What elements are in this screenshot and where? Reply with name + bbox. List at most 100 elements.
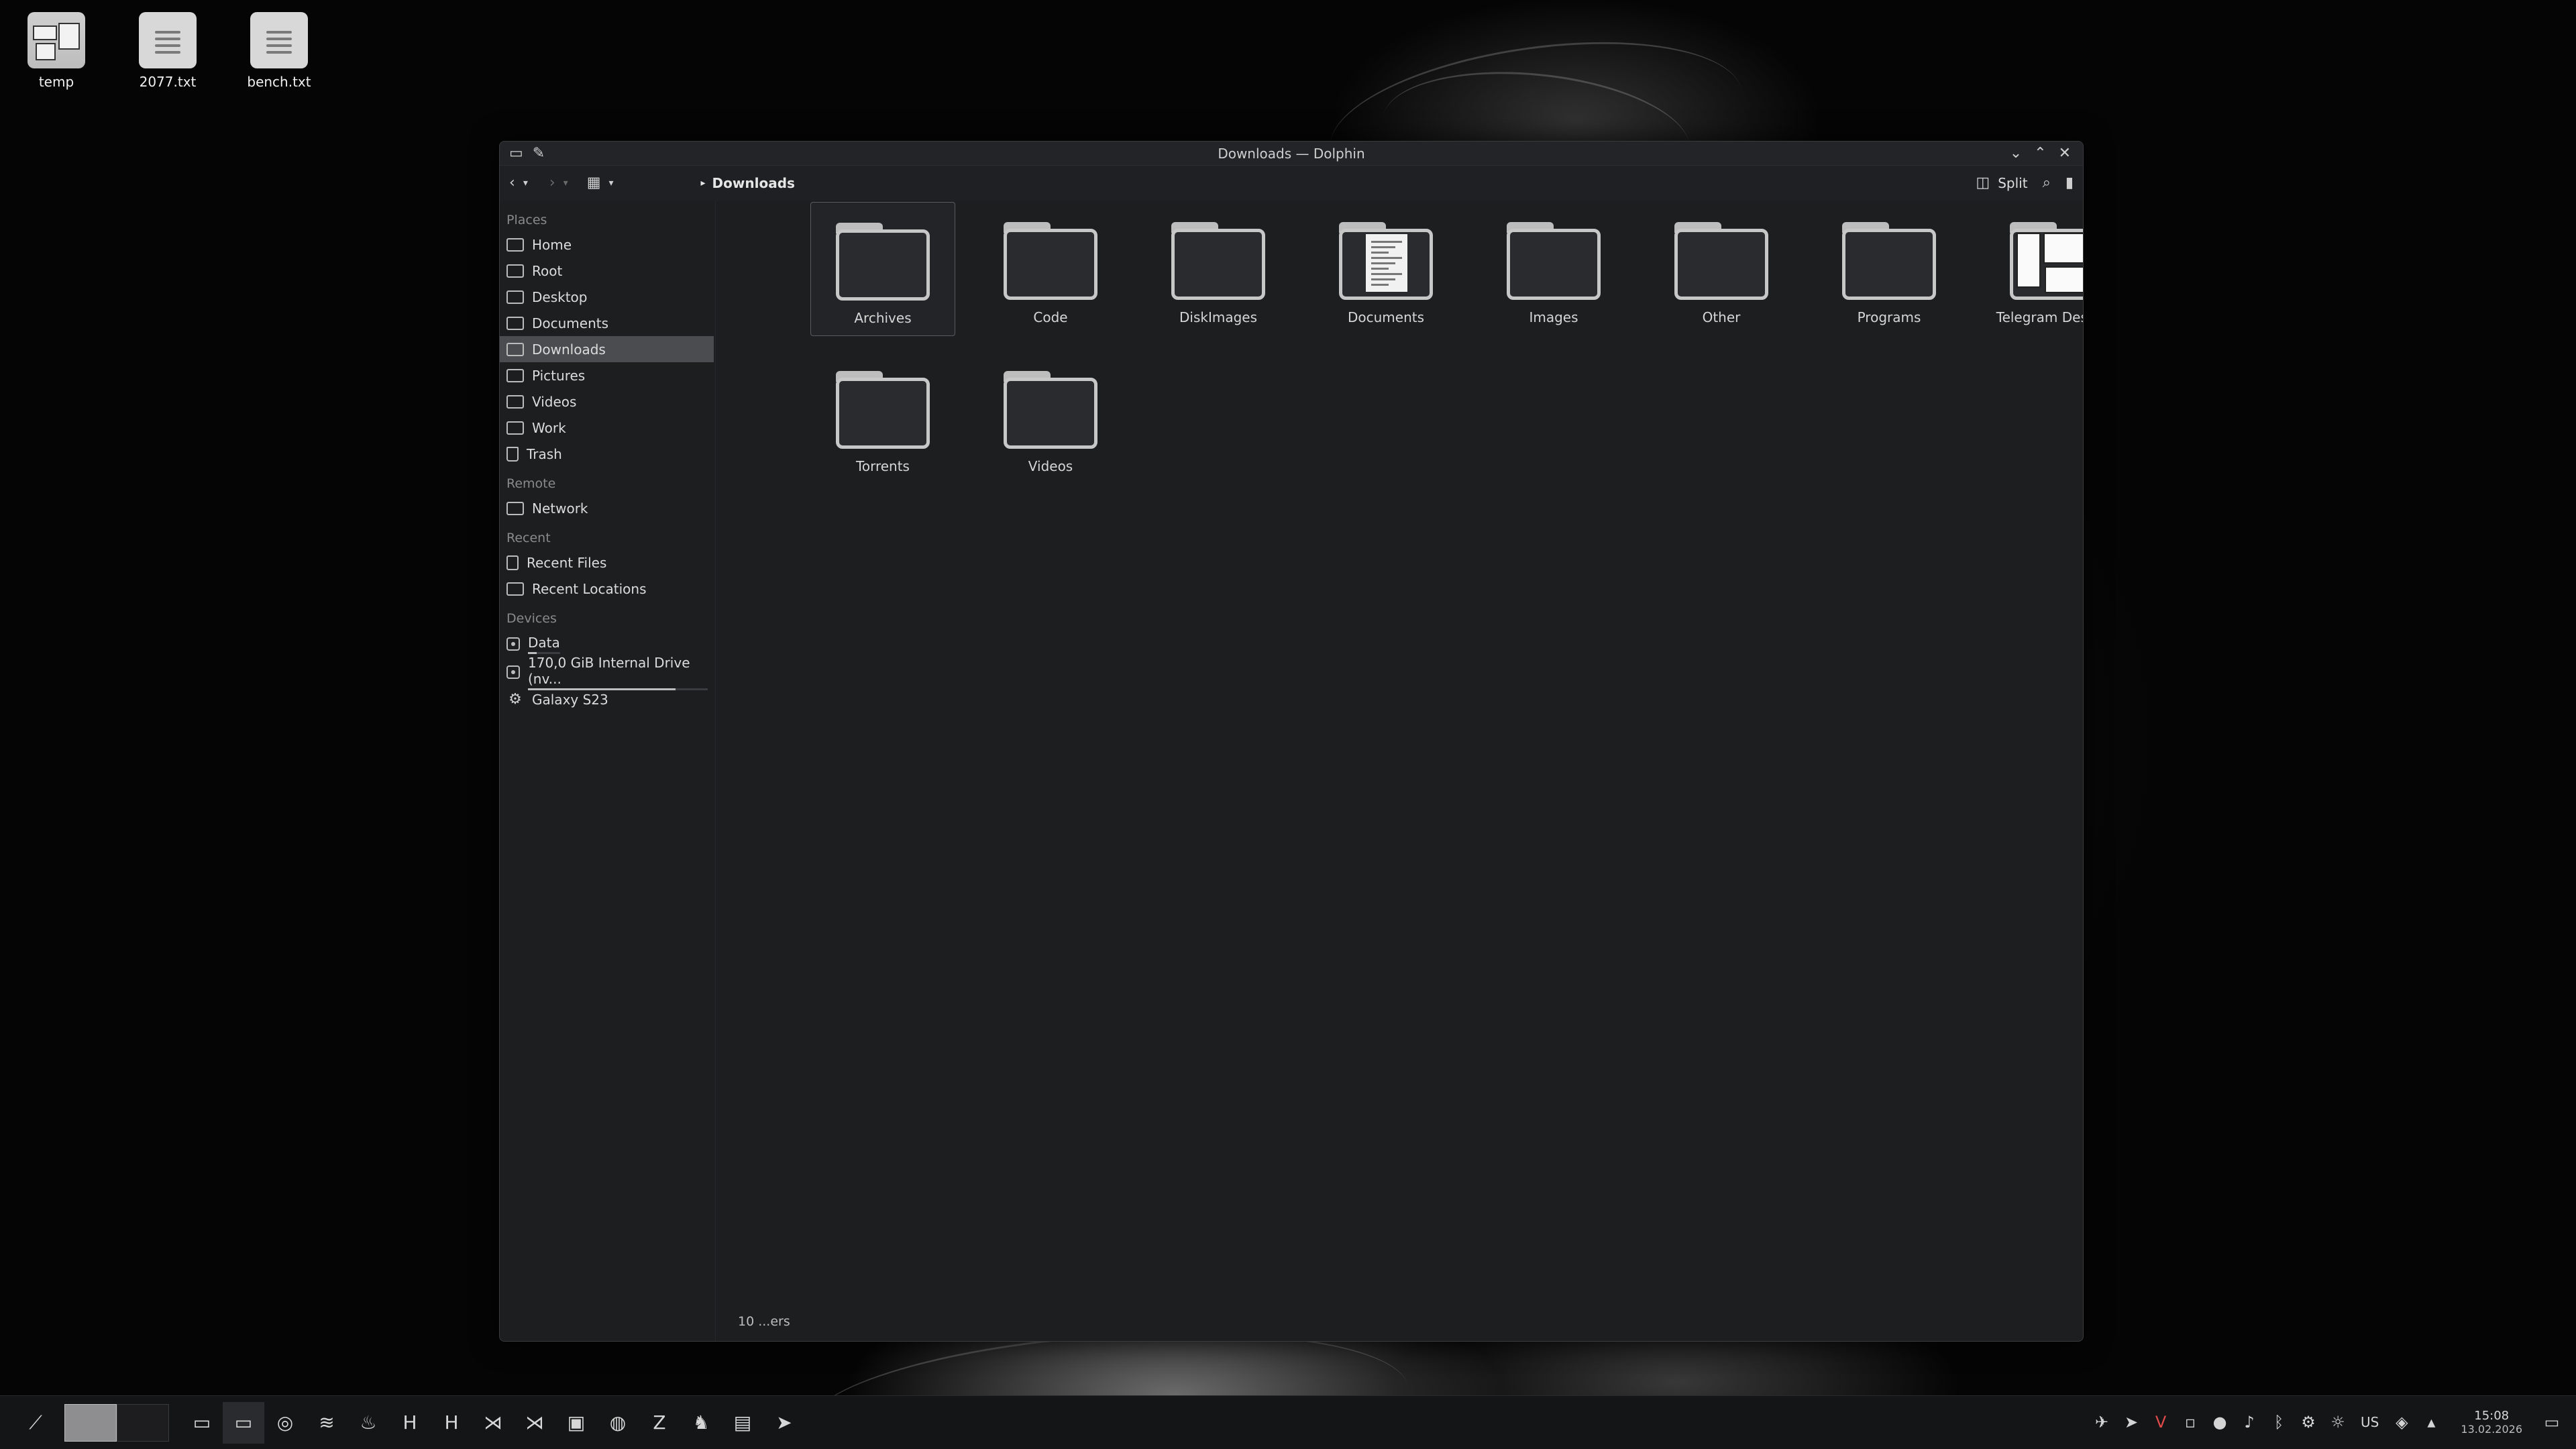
folder-label: Telegram Desktop — [1996, 309, 2083, 325]
telegram-tray-icon[interactable]: ➤ — [2121, 1413, 2142, 1432]
folder-item-diskimages[interactable]: DiskImages — [1146, 202, 1291, 336]
bluetooth-icon[interactable]: ᛒ — [2268, 1413, 2290, 1432]
sidebar-item-downloads[interactable]: Downloads — [500, 336, 714, 362]
brightness-icon[interactable]: ☼ — [2327, 1413, 2349, 1432]
launcher-icon[interactable]: ⟋ — [15, 1402, 56, 1444]
virtual-desktop-pager[interactable] — [64, 1403, 169, 1442]
telegram-icon[interactable]: ➤ — [763, 1402, 805, 1444]
notification-icon[interactable]: ✈ — [2091, 1413, 2112, 1432]
folder-item-torrents[interactable]: Torrents — [810, 351, 955, 485]
arrow-right-icon[interactable]: › — [549, 176, 555, 191]
sidebar-item-pictures[interactable]: Pictures — [500, 362, 714, 388]
phone-device-icon: ⚙ — [508, 691, 522, 708]
folder-label: Documents — [1347, 309, 1425, 325]
zed-icon[interactable]: Z — [639, 1402, 680, 1444]
h-app-icon[interactable]: H — [389, 1402, 431, 1444]
arrow-left-icon[interactable]: ‹ — [509, 176, 515, 191]
sidebar-item-label: Videos — [532, 393, 577, 410]
desktop-icon-bench-txt[interactable]: bench.txt — [225, 12, 333, 90]
file-manager-icon[interactable]: ▭ — [181, 1402, 223, 1444]
keyboard-layout[interactable]: US — [2357, 1414, 2383, 1430]
vscode-2-icon[interactable]: ⋊ — [514, 1402, 555, 1444]
layers-icon[interactable]: ≋ — [306, 1402, 347, 1444]
search-icon[interactable]: ⌕ — [2043, 176, 2051, 191]
section-title-remote: Remote — [506, 476, 556, 491]
window-title: Downloads — Dolphin — [1218, 145, 1365, 162]
notes-icon[interactable]: ▤ — [722, 1402, 763, 1444]
folder-label: Archives — [854, 310, 912, 326]
flame-icon[interactable]: ♨ — [347, 1402, 389, 1444]
desktop-icon-temp[interactable]: temp — [3, 12, 110, 90]
digital-clock[interactable]: 15:08 13.02.2026 — [2461, 1409, 2522, 1436]
sidebar-item-network[interactable]: Network — [500, 495, 714, 521]
sidebar-item-work[interactable]: Work — [500, 415, 714, 441]
sidebar-item-recent-files[interactable]: Recent Files — [500, 549, 714, 576]
section-title-recent: Recent — [506, 531, 551, 545]
pin-icon[interactable]: ✎ — [533, 146, 545, 161]
terminal-icon[interactable]: ▣ — [555, 1402, 597, 1444]
sidebar-item-recent-locations[interactable]: Recent Locations — [500, 576, 714, 602]
tray-expand-icon[interactable]: ▴ — [2420, 1413, 2442, 1432]
steam-tray-icon[interactable]: ● — [2209, 1413, 2231, 1432]
steam-icon[interactable]: ♞ — [680, 1402, 722, 1444]
obs-icon[interactable]: ◎ — [264, 1402, 306, 1444]
sidebar-item-documents[interactable]: Documents — [500, 310, 714, 336]
folder-icon — [1171, 222, 1265, 300]
sidebar-item-label: 170,0 GiB Internal Drive (nv... — [528, 654, 690, 687]
breadcrumb[interactable]: ▸ Downloads — [701, 175, 795, 191]
h-app-2-icon[interactable]: H — [431, 1402, 472, 1444]
folder-label: Code — [1033, 309, 1068, 325]
app-folder-icon[interactable]: ▭ — [509, 146, 523, 161]
dolphin-window: ▭ ✎ Downloads — Dolphin ⌄ ⌃ ✕ ‹ ▾ › ▾ ▦ … — [499, 141, 2084, 1342]
file-view[interactable]: Archives Code DiskImages Documents Images Oth… — [716, 201, 2083, 1341]
clipboard-icon[interactable]: ▫ — [2180, 1413, 2201, 1432]
chevron-down-icon[interactable]: ▾ — [523, 178, 528, 188]
volume-icon[interactable]: ♪ — [2239, 1413, 2260, 1432]
folder-label: Videos — [1028, 458, 1073, 474]
browser-icon[interactable]: ◍ — [597, 1402, 639, 1444]
desktop-2[interactable] — [117, 1403, 169, 1442]
hamburger-icon[interactable]: ▮ — [2065, 176, 2074, 191]
sidebar-item-desktop[interactable]: Desktop — [500, 284, 714, 310]
wifi-icon[interactable]: ◈ — [2391, 1413, 2412, 1432]
maximize-icon[interactable]: ⌃ — [2034, 146, 2046, 161]
dolphin-running-icon[interactable]: ▭ — [223, 1401, 264, 1444]
folder-item-archives[interactable]: Archives — [810, 202, 955, 336]
folder-icon — [506, 316, 524, 330]
sidebar-item-label: Network — [532, 500, 588, 517]
vscode-icon[interactable]: ⋊ — [472, 1402, 514, 1444]
folder-item-telegram-desktop[interactable]: Telegram Desktop — [1984, 202, 2083, 336]
close-icon[interactable]: ✕ — [2059, 146, 2071, 161]
folder-icon — [1842, 222, 1936, 300]
sidebar-item-videos[interactable]: Videos — [500, 388, 714, 415]
breadcrumb-current[interactable]: Downloads — [712, 175, 795, 191]
vpn-icon[interactable]: V — [2150, 1413, 2171, 1432]
desktop-icon-2077-txt[interactable]: 2077.txt — [114, 12, 221, 90]
sidebar-item-label: Data — [528, 634, 560, 651]
sidebar-item-trash[interactable]: Trash — [500, 441, 714, 467]
chevron-down-icon[interactable]: ▾ — [608, 178, 613, 188]
folder-item-code[interactable]: Code — [978, 202, 1123, 336]
folder-item-programs[interactable]: Programs — [1817, 202, 1962, 336]
folder-icon — [1339, 222, 1433, 300]
folder-item-documents[interactable]: Documents — [1313, 202, 1458, 336]
folder-item-images[interactable]: Images — [1481, 202, 1626, 336]
split-button[interactable]: ◫ Split — [1976, 175, 2027, 191]
folder-icon — [1004, 371, 1097, 449]
sidebar-item-galaxy-s23[interactable]: ⚙ Galaxy S23 — [500, 686, 714, 712]
system-tray: ✈ ➤ V ▫ ● ♪ ᛒ ⚙ ☼ US ◈ ▴ 15:08 13.02.202… — [2091, 1409, 2563, 1436]
chevron-down-icon[interactable]: ▾ — [564, 178, 568, 188]
folder-item-videos[interactable]: Videos — [978, 351, 1123, 485]
sidebar-item-root[interactable]: Root — [500, 258, 714, 284]
sidebar-item-home[interactable]: Home — [500, 231, 714, 258]
folder-item-other[interactable]: Other — [1649, 202, 1794, 336]
titlebar[interactable]: ▭ ✎ Downloads — Dolphin ⌄ ⌃ ✕ — [500, 142, 2083, 166]
folder-label: Programs — [1857, 309, 1921, 325]
view-mode-icon[interactable]: ▦ — [587, 176, 601, 191]
sidebar-item-label: Desktop — [532, 288, 588, 305]
sidebar-item-internal-drive[interactable]: 170,0 GiB Internal Drive (nv... — [500, 654, 714, 690]
settings-icon[interactable]: ⚙ — [2298, 1413, 2319, 1432]
desktop-1[interactable] — [64, 1403, 117, 1442]
minimize-icon[interactable]: ⌄ — [2010, 146, 2022, 161]
show-desktop-icon[interactable]: ▭ — [2541, 1413, 2563, 1432]
